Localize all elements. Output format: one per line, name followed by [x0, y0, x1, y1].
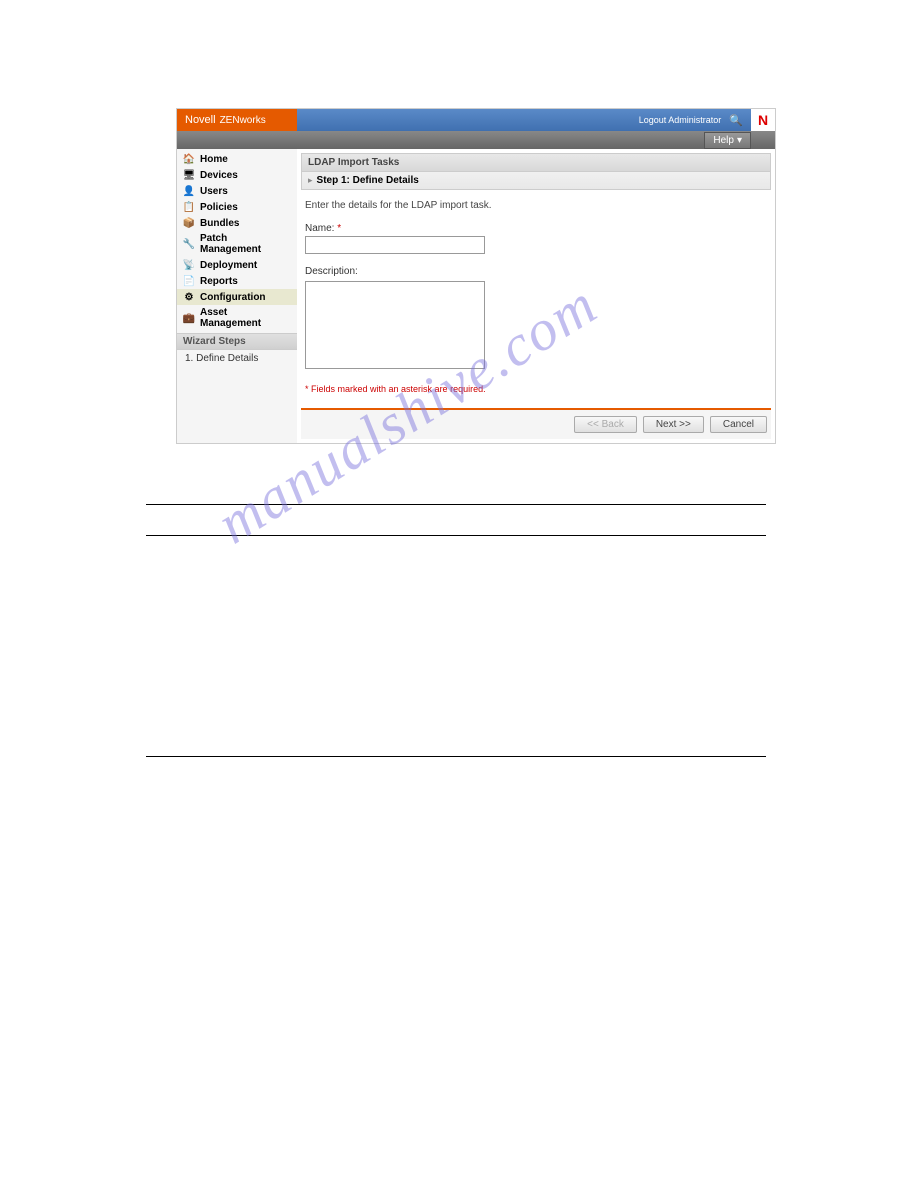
- sidebar-item-users[interactable]: 👤 Users: [177, 183, 297, 199]
- sidebar-item-bundles[interactable]: 📦 Bundles: [177, 215, 297, 231]
- name-field-group: Name: *: [305, 223, 767, 254]
- name-input[interactable]: [305, 236, 485, 254]
- sidebar-item-label: Home: [200, 154, 228, 165]
- document-lines: [146, 504, 766, 757]
- required-asterisk: *: [337, 223, 341, 234]
- back-button[interactable]: << Back: [574, 416, 637, 433]
- main-layout: 🏠 Home 🖥 Devices 👤 Users 📋 Policies 📦 Bu…: [177, 149, 775, 443]
- brand-product: ZENworks: [220, 115, 266, 126]
- doc-line: [146, 535, 766, 536]
- sidebar-item-label: Bundles: [200, 218, 239, 229]
- sidebar-item-deployment[interactable]: 📡 Deployment: [177, 257, 297, 273]
- sidebar-item-configuration[interactable]: ⚙ Configuration: [177, 289, 297, 305]
- description-label: Description:: [305, 266, 767, 277]
- next-button[interactable]: Next >>: [643, 416, 704, 433]
- description-input[interactable]: [305, 281, 485, 369]
- devices-icon: 🖥: [183, 169, 195, 181]
- description-field-group: Description:: [305, 266, 767, 372]
- app-window: Novell ZENworks Logout Administrator 🔍 N…: [176, 108, 776, 444]
- patch-icon: 🔧: [183, 238, 195, 250]
- sidebar-item-label: Asset Management: [200, 307, 291, 329]
- bundles-icon: 📦: [183, 217, 195, 229]
- deployment-icon: 📡: [183, 259, 195, 271]
- brand-name: Novell: [185, 114, 216, 126]
- top-bar-right: Logout Administrator 🔍: [297, 109, 751, 131]
- asset-icon: 💼: [183, 312, 195, 324]
- sidebar-item-label: Configuration: [200, 292, 266, 303]
- button-row: << Back Next >> Cancel: [301, 410, 771, 439]
- sidebar-item-label: Devices: [200, 170, 238, 181]
- sidebar-item-label: Policies: [200, 202, 238, 213]
- logout-link[interactable]: Logout Administrator: [639, 115, 722, 125]
- reports-icon: 📄: [183, 275, 195, 287]
- step-arrow-icon: ▸: [308, 175, 313, 186]
- sidebar-item-policies[interactable]: 📋 Policies: [177, 199, 297, 215]
- help-dropdown[interactable]: Help ▾: [704, 132, 751, 149]
- sidebar-item-home[interactable]: 🏠 Home: [177, 151, 297, 167]
- top-bar: Novell ZENworks Logout Administrator 🔍 N: [177, 109, 775, 131]
- home-icon: 🏠: [183, 153, 195, 165]
- users-icon: 👤: [183, 185, 195, 197]
- sidebar-item-label: Users: [200, 186, 228, 197]
- wizard-step-1[interactable]: 1. Define Details: [177, 350, 297, 367]
- help-label: Help: [713, 135, 734, 146]
- cancel-button[interactable]: Cancel: [710, 416, 767, 433]
- doc-line: [146, 504, 766, 505]
- sidebar-item-label: Deployment: [200, 260, 257, 271]
- doc-line: [146, 756, 766, 757]
- sidebar-item-label: Patch Management: [200, 233, 291, 255]
- content-area: LDAP Import Tasks ▸ Step 1: Define Detai…: [297, 149, 775, 443]
- sidebar-item-devices[interactable]: 🖥 Devices: [177, 167, 297, 183]
- panel-title: LDAP Import Tasks: [301, 153, 771, 172]
- panel-step-label: Step 1: Define Details: [317, 175, 419, 186]
- sidebar-item-asset-management[interactable]: 💼 Asset Management: [177, 305, 297, 331]
- sidebar-item-patch-management[interactable]: 🔧 Patch Management: [177, 231, 297, 257]
- panel-step-header: ▸ Step 1: Define Details: [301, 172, 771, 190]
- wizard-steps-header: Wizard Steps: [177, 333, 297, 350]
- brand-area: Novell ZENworks: [177, 109, 297, 131]
- sidebar-item-reports[interactable]: 📄 Reports: [177, 273, 297, 289]
- policies-icon: 📋: [183, 201, 195, 213]
- form-area: Enter the details for the LDAP import ta…: [301, 190, 771, 404]
- chevron-down-icon: ▾: [737, 135, 742, 146]
- name-label: Name: *: [305, 223, 767, 234]
- required-note: * Fields marked with an asterisk are req…: [305, 384, 767, 394]
- sidebar-item-label: Reports: [200, 276, 238, 287]
- form-instruction: Enter the details for the LDAP import ta…: [305, 200, 767, 211]
- novell-logo: N: [751, 109, 775, 131]
- search-icon[interactable]: 🔍: [729, 114, 743, 127]
- sidebar: 🏠 Home 🖥 Devices 👤 Users 📋 Policies 📦 Bu…: [177, 149, 297, 443]
- help-bar: Help ▾: [177, 131, 775, 149]
- configuration-icon: ⚙: [183, 291, 195, 303]
